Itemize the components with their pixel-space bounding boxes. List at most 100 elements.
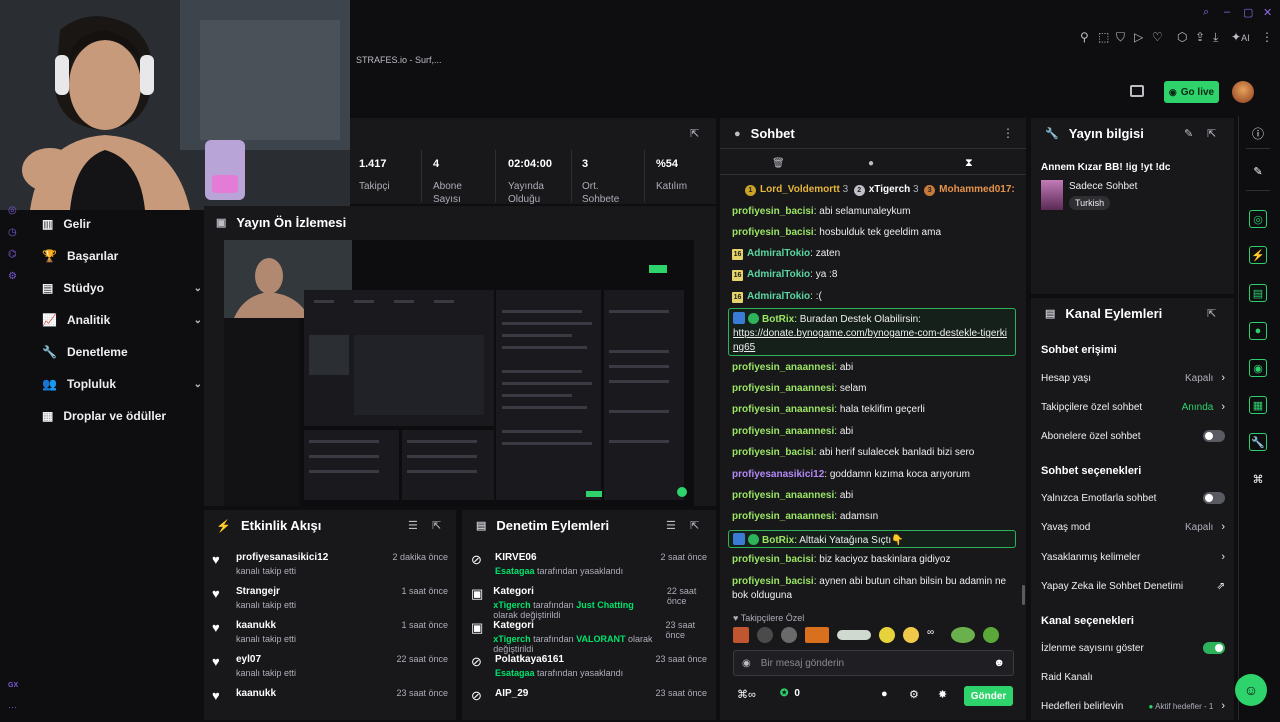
community-icon[interactable]: ⌘ — [1249, 470, 1267, 488]
filter-icon[interactable]: ☰ — [666, 519, 676, 532]
sidebar-item-analitik[interactable]: 📈 Analitik ⌄ — [42, 308, 202, 332]
broadcast-icon[interactable]: ◉ — [1249, 359, 1267, 377]
chat-username[interactable]: AdmiralTokio — [747, 248, 810, 259]
download-icon[interactable]: ⤓ — [1213, 30, 1229, 46]
settings-icon[interactable]: ⚙ — [8, 271, 17, 282]
layout-icon[interactable]: ▦ — [1249, 396, 1267, 414]
maximize-icon[interactable]: ▢ — [1243, 6, 1253, 19]
chat-username[interactable]: BotRix — [762, 314, 794, 325]
top-chatter-name[interactable]: Mohammed017: — [939, 184, 1015, 195]
list-item[interactable]: ⊘ AIP_29 23 saat önce — [471, 688, 707, 722]
emote-icon[interactable] — [805, 627, 829, 643]
community-points-icon[interactable]: ⌘∞ — [737, 688, 756, 701]
list-item[interactable]: ♥ eyl07 kanalı takip etti 22 saat önce — [212, 654, 448, 688]
emote-icon[interactable] — [837, 630, 871, 640]
emote-icon[interactable] — [733, 627, 749, 643]
search-icon[interactable]: ⌕ — [1203, 6, 1209, 19]
sidebar-item-denetleme[interactable]: 🔧 Denetleme — [42, 340, 202, 364]
list-item[interactable]: ♥ kaanukk 23 saat önce — [212, 688, 448, 722]
more-icon[interactable]: … — [8, 700, 17, 710]
list-item[interactable]: ▣ Kategori xTigerch tarafından VALORANT ol… — [471, 620, 707, 654]
list-item[interactable]: ♥ kaanukk kanalı takip etti 1 saat önce — [212, 620, 448, 654]
close-icon[interactable]: ✕ — [1263, 6, 1272, 19]
rail-icon-1[interactable]: ◎ — [8, 205, 17, 216]
edit-icon[interactable]: ✎ — [1184, 127, 1193, 140]
edit-icon[interactable]: ✎ — [1249, 162, 1267, 180]
share-icon[interactable]: ⇪ — [1195, 30, 1211, 46]
play-icon[interactable]: ▷ — [1134, 30, 1150, 46]
popout-icon[interactable]: ⇱ — [1207, 307, 1216, 320]
chat-bubble-icon[interactable]: ● — [881, 688, 888, 700]
emote-icon[interactable] — [951, 627, 975, 643]
chat-username[interactable]: profiyesin_bacisi — [732, 447, 814, 458]
slow-mode-row[interactable]: Yavaş mod Kapalı › — [1041, 518, 1225, 536]
emote-icon[interactable]: ∞ — [927, 627, 943, 643]
chat-mode-icon[interactable]: ◉ — [742, 658, 751, 669]
chat-settings-icon[interactable]: ● — [868, 158, 874, 169]
info-icon[interactable]: ⓘ — [1249, 124, 1267, 142]
show-viewers-toggle[interactable] — [1203, 642, 1225, 654]
gear-icon[interactable]: ⚙ — [909, 688, 919, 701]
pin-icon[interactable]: ⚲ — [1080, 30, 1096, 46]
chat-username[interactable]: profiyesin_bacisi — [732, 576, 814, 587]
donate-link[interactable]: https://donate.bynogame.com/bynogame-com… — [733, 328, 1007, 353]
popout-icon[interactable]: ⇱ — [432, 519, 441, 532]
menu-icon[interactable]: ⋮ — [1261, 30, 1277, 46]
chat-input[interactable]: ◉ Bir mesaj gönderin ☻ — [733, 650, 1014, 676]
list-item[interactable]: ▣ Kategori xTigerch tarafından Just Chatti… — [471, 586, 707, 620]
lightning-icon[interactable]: ⚡ — [1249, 246, 1267, 264]
goals-row[interactable]: Hedefleri belirlevin ● Aktif hedefler - 1… — [1041, 697, 1225, 715]
emote-icon[interactable] — [757, 627, 773, 643]
chat-username[interactable]: profiyesin_anaannesi — [732, 404, 834, 415]
rail-icon-2[interactable]: ◷ — [8, 227, 17, 238]
category-box-art[interactable] — [1041, 180, 1063, 210]
chat-username[interactable]: profiyesin_anaannesi — [732, 426, 834, 437]
avatar[interactable] — [1232, 81, 1254, 103]
screenshot-icon[interactable]: ⬚ — [1098, 30, 1114, 46]
sidebar-item-gelir[interactable]: ▥ Gelir — [42, 212, 202, 236]
sidebar-item-studyo[interactable]: ▤ Stüdyo ⌄ — [42, 276, 202, 300]
chat-username[interactable]: profiyesin_anaannesi — [732, 383, 834, 394]
emoji-icon[interactable]: ☻ — [993, 657, 1005, 669]
language-tag[interactable]: Turkish — [1069, 196, 1111, 210]
chat-username[interactable]: AdmiralTokio — [747, 269, 810, 280]
chat-username[interactable]: profiyesin_anaannesi — [732, 490, 834, 501]
emote-only-toggle[interactable] — [1203, 492, 1225, 504]
list-item[interactable]: ⊘ Polatkaya6161 Esatagaa tarafından yasakl… — [471, 654, 707, 688]
chat-username[interactable]: profiyesin_bacisi — [732, 227, 814, 238]
quick-action-icon[interactable]: ◎ — [1249, 210, 1267, 228]
extension-icon[interactable]: ⬡ — [1177, 30, 1193, 46]
hourglass-icon[interactable]: ⧗ — [965, 157, 973, 170]
emote-icon[interactable] — [903, 627, 919, 643]
chat-username[interactable]: profiyesin_bacisi — [732, 554, 814, 565]
popout-icon[interactable]: ⇱ — [690, 127, 699, 140]
list-item[interactable]: ♥ Strangejr kanalı takip etti 1 saat önce — [212, 586, 448, 620]
subs-chat-toggle[interactable] — [1203, 430, 1225, 442]
support-button[interactable]: ☺ — [1235, 674, 1267, 706]
points-display[interactable]: ✪ 0 — [780, 688, 800, 699]
trash-icon[interactable]: 🗑 — [772, 158, 785, 169]
banned-words-row[interactable]: Yasaklanmış kelimeler › — [1041, 548, 1225, 566]
emote-icon[interactable] — [879, 627, 895, 643]
send-button[interactable]: Gönder — [964, 686, 1013, 706]
followers-chat-row[interactable]: Takipçilere özel sohbet Anında › — [1041, 398, 1225, 416]
sidebar-item-topluluk[interactable]: 👥 Topluluk ⌄ — [42, 372, 202, 396]
heart-icon[interactable]: ♡ — [1152, 30, 1168, 46]
stream-preview-video[interactable] — [224, 240, 694, 506]
filter-icon[interactable]: ☰ — [408, 519, 418, 532]
stream-category[interactable]: Sadece Sohbet — [1069, 181, 1137, 192]
go-live-button[interactable]: ◉ Go live — [1164, 81, 1219, 103]
emote-icon[interactable] — [781, 627, 797, 643]
sidebar-item-droplar[interactable]: ▦ Droplar ve ödüller — [42, 404, 202, 428]
chat-scrollbar[interactable] — [1022, 585, 1025, 605]
clipboard-icon[interactable]: ▤ — [1249, 284, 1267, 302]
ai-moderation-row[interactable]: Yapay Zeka ile Sohbet Denetimi ⇗ — [1041, 577, 1225, 595]
account-age-row[interactable]: Hesap yaşı Kapalı › — [1041, 369, 1225, 387]
raid-row[interactable]: Raid Kanalı — [1041, 668, 1225, 686]
chat-username[interactable]: profiyesin_anaannesi — [732, 362, 834, 373]
chat-username[interactable]: profiyesanasikici12 — [732, 469, 824, 480]
badge-icon[interactable]: ✸ — [938, 688, 947, 701]
top-chatter-name[interactable]: xTigerch — [869, 184, 911, 195]
list-item[interactable]: ♥ profiyesanasikici12 kanalı takip etti 2 d… — [212, 552, 448, 586]
wrench-icon[interactable]: 🔧 — [1249, 433, 1267, 451]
